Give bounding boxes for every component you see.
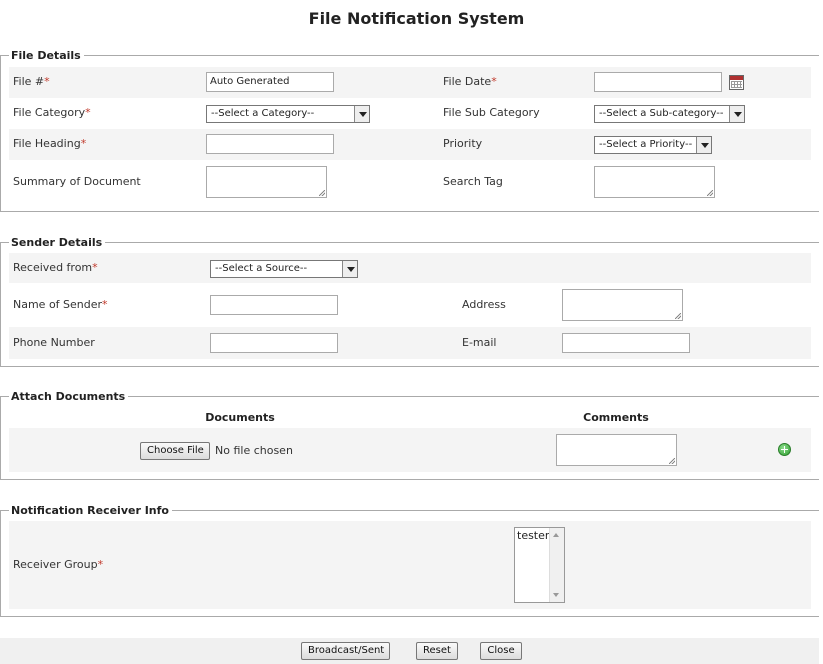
receiver-group-listbox[interactable]: tester bbox=[514, 527, 565, 603]
receiver-group-label: Receiver Group* bbox=[13, 558, 104, 571]
reset-button[interactable]: Reset bbox=[416, 642, 458, 660]
comments-textarea[interactable] bbox=[556, 434, 677, 466]
chevron-down-icon bbox=[696, 137, 711, 153]
documents-column-header: Documents bbox=[205, 411, 275, 424]
chevron-down-icon bbox=[729, 106, 744, 122]
phone-label: Phone Number bbox=[13, 336, 95, 349]
add-icon[interactable] bbox=[778, 443, 791, 456]
email-label: E-mail bbox=[462, 336, 497, 349]
summary-textarea[interactable] bbox=[206, 166, 327, 198]
received-from-select[interactable]: --Select a Source-- bbox=[210, 260, 358, 278]
sender-name-input[interactable] bbox=[210, 295, 338, 315]
comments-column-header: Comments bbox=[583, 411, 649, 424]
no-file-text: No file chosen bbox=[215, 444, 293, 457]
summary-label: Summary of Document bbox=[13, 175, 141, 188]
footer-bar bbox=[0, 638, 819, 664]
sender-details-legend: Sender Details bbox=[9, 236, 106, 249]
file-category-label: File Category* bbox=[13, 106, 91, 119]
file-no-input[interactable]: Auto Generated bbox=[206, 72, 334, 92]
file-details-border bbox=[0, 55, 819, 56]
close-button[interactable]: Close bbox=[480, 642, 522, 660]
receiver-bottom bbox=[0, 616, 819, 617]
sender-details-border bbox=[0, 242, 819, 243]
priority-label: Priority bbox=[443, 137, 483, 150]
email-input[interactable] bbox=[562, 333, 690, 353]
receiver-group-option[interactable]: tester bbox=[517, 529, 549, 542]
choose-file-button[interactable]: Choose File bbox=[140, 442, 210, 460]
file-date-label: File Date* bbox=[443, 75, 497, 88]
file-no-label: File #* bbox=[13, 75, 50, 88]
sender-details-side bbox=[0, 242, 1, 366]
chevron-down-icon bbox=[354, 106, 369, 122]
receiver-side bbox=[0, 510, 1, 616]
row-band bbox=[9, 327, 811, 359]
file-heading-label: File Heading* bbox=[13, 137, 87, 150]
search-tag-textarea[interactable] bbox=[594, 166, 715, 198]
file-sub-category-select[interactable]: --Select a Sub-category-- bbox=[594, 105, 745, 123]
file-details-legend: File Details bbox=[9, 49, 84, 62]
scroll-down-icon bbox=[553, 593, 559, 597]
receiver-legend: Notification Receiver Info bbox=[9, 504, 172, 517]
attach-bottom bbox=[0, 479, 819, 480]
row-band bbox=[9, 428, 811, 472]
row-band bbox=[9, 521, 811, 609]
received-from-label: Received from* bbox=[13, 261, 98, 274]
listbox-scrollbar[interactable] bbox=[549, 528, 564, 602]
scroll-up-icon bbox=[553, 533, 559, 537]
file-heading-input[interactable] bbox=[206, 134, 334, 154]
file-date-input[interactable] bbox=[594, 72, 722, 92]
attach-side bbox=[0, 396, 1, 479]
row-band bbox=[9, 253, 811, 283]
file-category-select[interactable]: --Select a Category-- bbox=[206, 105, 370, 123]
broadcast-button[interactable]: Broadcast/Sent bbox=[301, 642, 390, 660]
address-textarea[interactable] bbox=[562, 289, 683, 321]
file-sub-category-label: File Sub Category bbox=[443, 106, 540, 119]
file-details-side bbox=[0, 55, 1, 211]
phone-input[interactable] bbox=[210, 333, 338, 353]
calendar-icon[interactable] bbox=[729, 75, 744, 90]
file-details-bottom bbox=[0, 211, 819, 212]
sender-details-bottom bbox=[0, 366, 819, 367]
attach-legend: Attach Documents bbox=[9, 390, 129, 403]
search-tag-label: Search Tag bbox=[443, 175, 503, 188]
chevron-down-icon bbox=[342, 261, 357, 277]
sender-name-label: Name of Sender* bbox=[13, 298, 108, 311]
priority-select[interactable]: --Select a Priority-- bbox=[594, 136, 712, 154]
address-label: Address bbox=[462, 298, 506, 311]
page-title: File Notification System bbox=[308, 9, 525, 28]
